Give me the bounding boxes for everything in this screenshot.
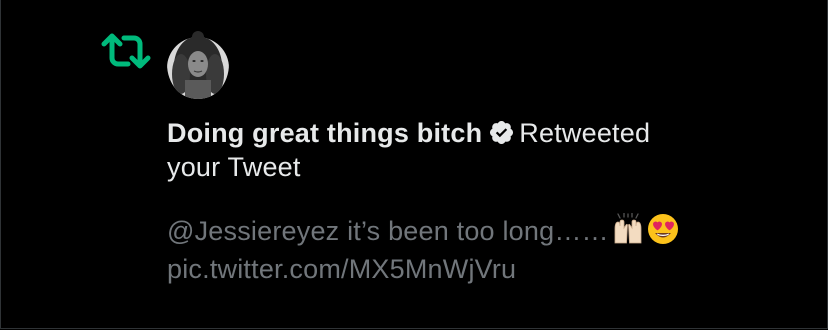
tweet-text: @Jessiereyez it’s been too long…… [167,216,609,246]
retweet-icon [100,30,152,72]
raising-hands-emoji [612,212,644,245]
action-text: Retweeted [519,118,651,148]
notification-headline: Doing great things bitch Retweeted your Tw… [167,116,787,184]
tweet-media-link[interactable]: pic.twitter.com/MX5MnWjVru [167,254,516,284]
retweet-notification[interactable]: Doing great things bitch Retweeted your Tw… [0,0,828,330]
heart-eyes-emoji [647,213,679,245]
verified-badge-icon [488,119,515,146]
tweet-preview: @Jessiereyez it’s been too long…… pic.tw… [167,212,787,288]
user-avatar[interactable] [167,28,229,100]
user-name-link[interactable]: Doing great things bitch [167,118,482,148]
action-text-continued: your Tweet [167,152,301,182]
